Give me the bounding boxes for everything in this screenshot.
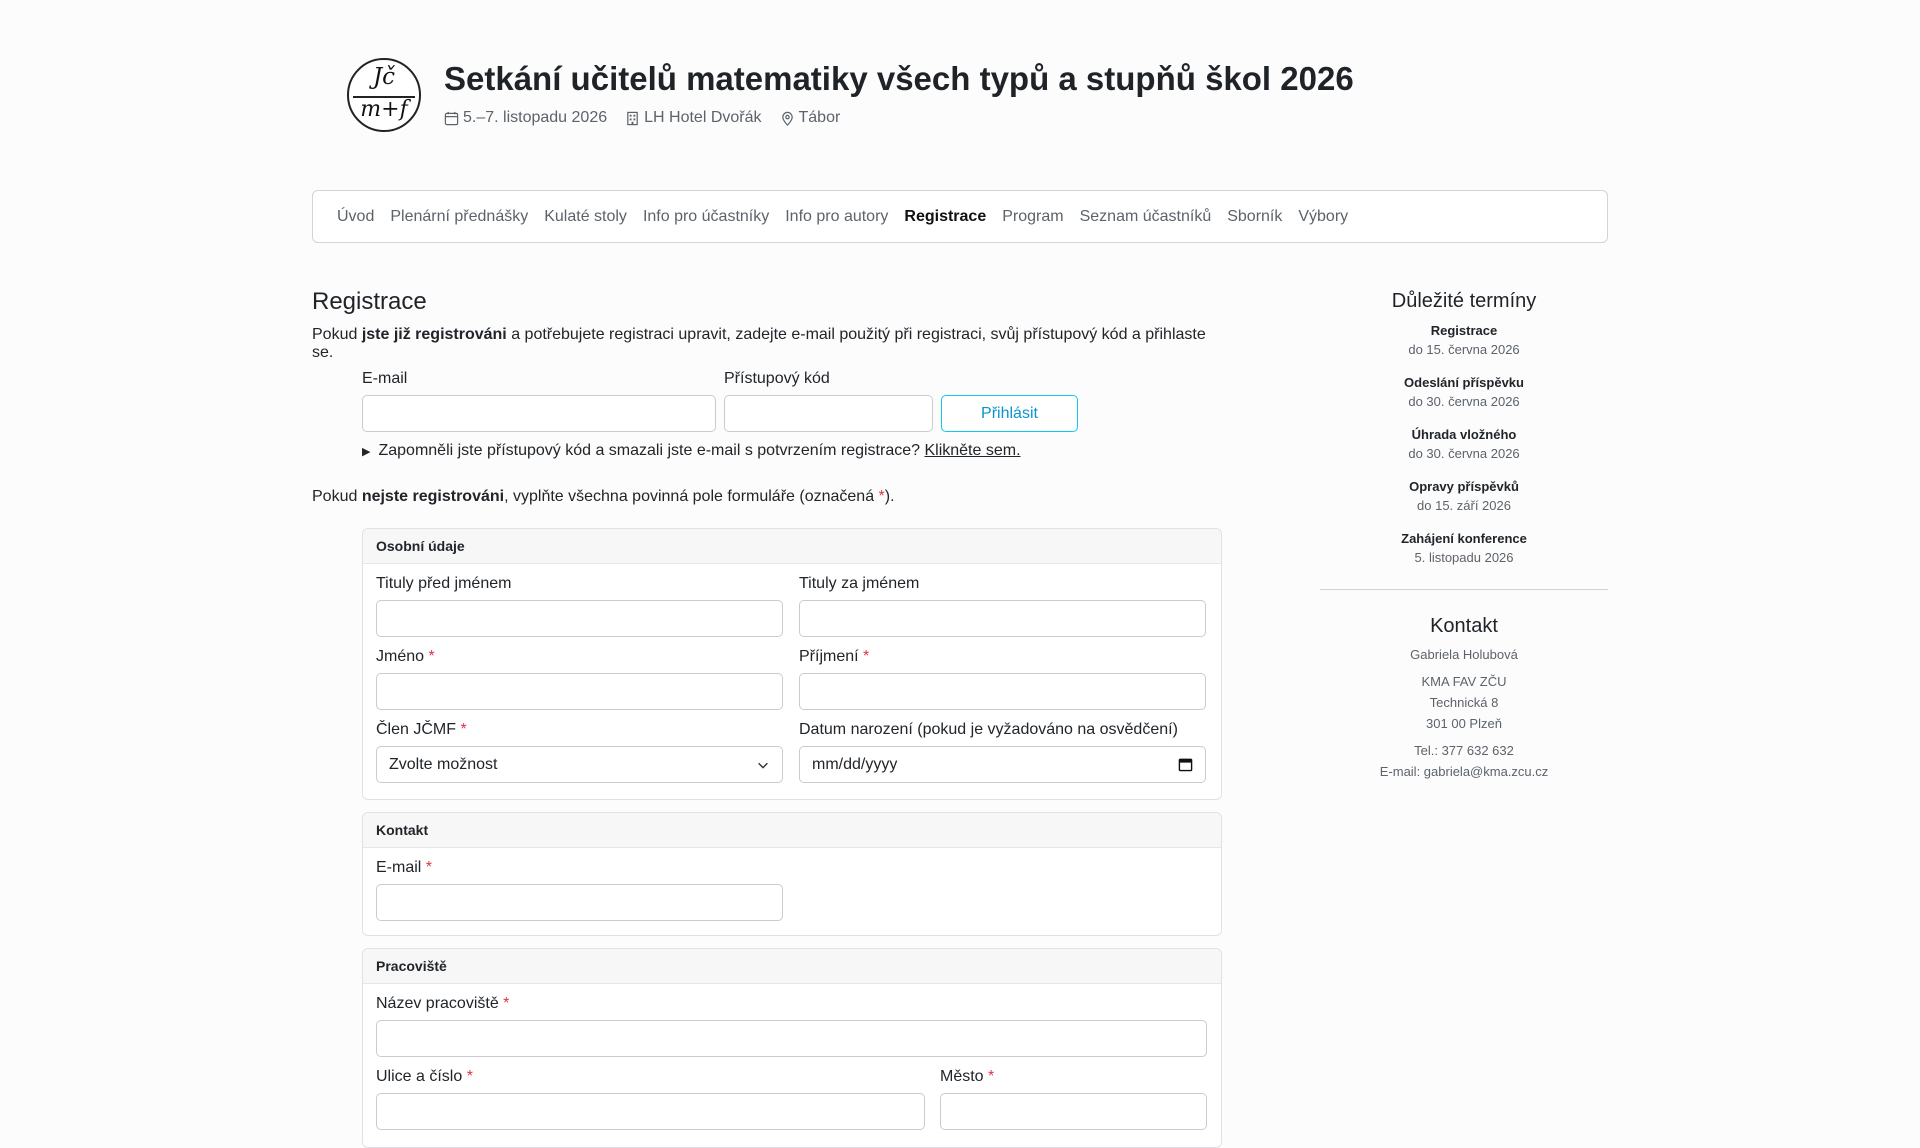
chevron-down-icon (758, 762, 768, 769)
login-email-input[interactable] (362, 395, 716, 432)
workplace-card-title: Pracoviště (363, 949, 1221, 984)
city-label: Město * (940, 1068, 995, 1085)
nav-plenarni-prednasky[interactable]: Plenární přednášky (390, 208, 528, 226)
nav-uvod[interactable]: Úvod (337, 208, 374, 226)
deadlines-title: Důležité termíny (1391, 290, 1537, 312)
member-label: Člen JČMF * (376, 721, 467, 738)
event-dates-text: 5.–7. listopadu 2026 (463, 109, 608, 126)
personal-card-title: Osobní údaje (363, 529, 1221, 564)
triangle-right-icon: ▶ (362, 445, 371, 458)
nav-program[interactable]: Program (1002, 208, 1063, 226)
contact-email-label: E-mail * (376, 859, 433, 876)
birth-date-label: Datum narození (pokud je vyžadováno na o… (799, 721, 1178, 738)
last-name-input[interactable] (799, 673, 1206, 710)
calendar-icon[interactable] (1178, 757, 1193, 772)
contact-phone: Tel.: 377 632 632 (1414, 743, 1514, 758)
birth-date-placeholder: mm/dd/yyyy (812, 755, 898, 773)
login-email-label: E-mail (362, 370, 408, 387)
first-name-input[interactable] (376, 673, 783, 710)
logo-line2: m+f (360, 97, 408, 122)
deadline-item: Odeslání příspěvku do 30. června 2026 (1404, 375, 1524, 409)
sidebar-divider (1320, 589, 1608, 590)
forgot-link[interactable]: Klikněte sem. (924, 442, 1020, 459)
contact-email-input[interactable] (376, 884, 783, 921)
logo-line1: Jč (372, 64, 396, 90)
workplace-name-input[interactable] (376, 1020, 1207, 1057)
nav-vybory[interactable]: Výbory (1298, 208, 1348, 226)
titles-after-input[interactable] (799, 600, 1206, 637)
event-city-text: Tábor (798, 109, 841, 126)
titles-before-input[interactable] (376, 600, 783, 637)
contact-address-1: KMA FAV ZČU (1421, 674, 1507, 689)
deadline-item: Úhrada vložného do 30. června 2026 (1408, 427, 1520, 461)
forgot-code-disclosure[interactable]: ▶ Zapomněli jste přístupový kód a smazal… (362, 442, 1021, 460)
contact-card: Kontakt E-mail * (362, 812, 1222, 936)
login-code-input[interactable] (724, 395, 933, 432)
workplace-card: Pracoviště Název pracoviště * Ulice a čí… (362, 948, 1222, 1148)
last-name-label: Příjmení * (799, 648, 870, 665)
deadline-item: Registrace do 15. června 2026 (1408, 323, 1520, 357)
birth-date-input[interactable]: mm/dd/yyyy (799, 746, 1206, 783)
site-header: Jč m+f Setkání učitelů matematiky všech … (347, 58, 1354, 132)
street-label: Ulice a číslo * (376, 1068, 473, 1085)
deadline-item: Opravy příspěvků do 15. září 2026 (1409, 479, 1519, 513)
section-heading: Registrace (312, 288, 427, 315)
contact-title: Kontakt (1430, 615, 1498, 637)
nav-info-pro-autory[interactable]: Info pro autory (785, 208, 888, 226)
contact-name: Gabriela Holubová (1410, 647, 1518, 662)
contact-address-3: 301 00 Plzeň (1426, 716, 1502, 731)
forgot-text: Zapomněli jste přístupový kód a smazali … (378, 442, 921, 459)
login-code-label: Přístupový kód (724, 370, 830, 387)
contact-card-title: Kontakt (363, 813, 1221, 848)
street-input[interactable] (376, 1093, 925, 1130)
event-city: Tábor (780, 109, 841, 127)
member-select[interactable]: Zvolte možnost (376, 746, 783, 783)
deadline-item: Zahájení konference 5. listopadu 2026 (1401, 531, 1527, 565)
not-registered-text: Pokud nejste registrováni, vyplňte všech… (312, 488, 895, 505)
jcmf-logo[interactable]: Jč m+f (347, 58, 421, 132)
city-input[interactable] (940, 1093, 1207, 1130)
intro-text: Pokud jste již registrováni a potřebujet… (312, 326, 1206, 361)
event-dates: 5.–7. listopadu 2026 (444, 109, 607, 127)
nav-seznam-ucastniku[interactable]: Seznam účastníků (1080, 208, 1212, 226)
event-venue-text: LH Hotel Dvořák (644, 109, 762, 126)
contact-email[interactable]: E-mail: gabriela@kma.zcu.cz (1320, 761, 1608, 782)
sidebar: Důležité termíny Registrace do 15. června… (1320, 290, 1608, 782)
calendar-icon (444, 111, 459, 125)
login-button[interactable]: Přihlásit (941, 395, 1078, 432)
main-nav: Úvod Plenární přednášky Kulaté stoly Inf… (312, 190, 1608, 243)
page-title: Setkání učitelů matematiky všech typů a … (444, 60, 1354, 97)
personal-card: Osobní údaje Tituly před jménem Tituly z… (362, 528, 1222, 800)
titles-after-label: Tituly za jménem (799, 575, 920, 592)
nav-info-pro-ucastniky[interactable]: Info pro účastníky (643, 208, 769, 226)
event-venue: LH Hotel Dvořák (625, 109, 762, 127)
contact-address-2: Technická 8 (1429, 695, 1499, 710)
nav-sbornik[interactable]: Sborník (1227, 208, 1282, 226)
member-select-value: Zvolte možnost (389, 755, 498, 773)
workplace-name-label: Název pracoviště * (376, 995, 510, 1012)
first-name-label: Jméno * (376, 648, 435, 665)
nav-registrace[interactable]: Registrace (904, 208, 986, 226)
map-pin-icon (781, 111, 793, 126)
building-icon (627, 111, 638, 125)
titles-before-label: Tituly před jménem (376, 575, 512, 592)
nav-kulate-stoly[interactable]: Kulaté stoly (544, 208, 627, 226)
main-content: Registrace Pokud jste již registrováni a… (312, 288, 1222, 1148)
